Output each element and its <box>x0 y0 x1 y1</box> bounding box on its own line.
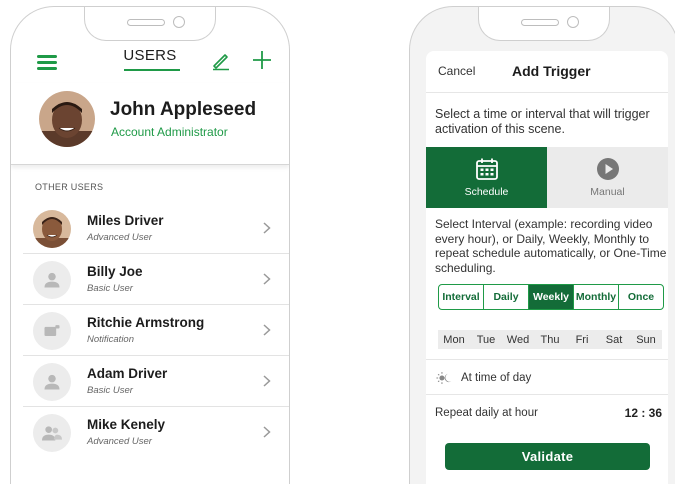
user-name: Adam Driver <box>87 366 168 381</box>
speaker-slot <box>127 19 165 26</box>
list-item[interactable]: Adam Driver Basic User <box>23 356 289 407</box>
sheet-header: Cancel Add Trigger <box>426 51 668 93</box>
repeat-label: Repeat daily at hour <box>435 407 538 419</box>
user-role: Basic User <box>87 283 133 294</box>
tab-schedule[interactable]: Schedule <box>426 147 547 208</box>
profile-role: Account Administrator <box>111 125 228 139</box>
trigger-description: Select a time or interval that will trig… <box>435 107 650 136</box>
interval-description: Select Interval (example: recording vide… <box>435 217 667 275</box>
list-item[interactable]: Billy Joe Basic User <box>23 254 289 305</box>
day-sun[interactable]: Sun <box>630 330 662 349</box>
user-name: Billy Joe <box>87 264 143 279</box>
play-icon <box>596 158 619 180</box>
phone-notch <box>84 7 216 41</box>
chevron-right-icon <box>263 375 271 387</box>
users-screen-phone: USERS John Appleseed Account Administrat… <box>10 6 290 484</box>
page-title: USERS <box>123 47 177 64</box>
list-item[interactable]: Miles Driver Advanced User <box>23 203 289 254</box>
chevron-right-icon <box>263 273 271 285</box>
sheet-title: Add Trigger <box>512 63 591 79</box>
pencil-icon[interactable] <box>210 49 232 71</box>
day-thu[interactable]: Thu <box>534 330 566 349</box>
validate-button[interactable]: Validate <box>445 443 650 470</box>
day-night-icon <box>436 372 452 384</box>
weekday-selector: Mon Tue Wed Thu Fri Sat Sun <box>438 330 662 349</box>
add-trigger-sheet: Cancel Add Trigger Select a time or inte… <box>426 51 668 484</box>
frequency-weekly-button[interactable]: Weekly <box>529 285 574 309</box>
chevron-right-icon <box>263 222 271 234</box>
frequency-selector: Interval Daily Weekly Monthly Once <box>438 284 664 310</box>
phone-notch <box>478 7 610 41</box>
user-role: Advanced User <box>87 232 152 243</box>
chevron-right-icon <box>263 426 271 438</box>
user-name: Mike Kenely <box>87 417 166 432</box>
add-trigger-phone: Cancel Add Trigger Select a time or inte… <box>409 6 675 484</box>
user-name: Ritchie Armstrong <box>87 315 205 330</box>
day-mon[interactable]: Mon <box>438 330 470 349</box>
current-user-profile[interactable]: John Appleseed Account Administrator <box>11 83 289 165</box>
group-icon <box>33 414 71 452</box>
user-role: Advanced User <box>87 436 152 447</box>
divider <box>426 394 668 395</box>
user-list: Miles Driver Advanced User Billy Joe Bas… <box>23 203 289 458</box>
title-underline <box>124 69 180 71</box>
person-icon <box>33 261 71 299</box>
profile-name: John Appleseed <box>110 99 257 120</box>
other-users-heading: OTHER USERS <box>35 182 104 192</box>
avatar <box>39 91 95 147</box>
cancel-button[interactable]: Cancel <box>438 64 475 78</box>
list-item[interactable]: Ritchie Armstrong Notification <box>23 305 289 356</box>
day-sat[interactable]: Sat <box>598 330 630 349</box>
frequency-daily-button[interactable]: Daily <box>484 285 529 309</box>
frequency-monthly-button[interactable]: Monthly <box>574 285 619 309</box>
divider <box>426 359 668 360</box>
hamburger-icon[interactable] <box>37 55 57 70</box>
front-camera <box>173 16 185 28</box>
day-fri[interactable]: Fri <box>566 330 598 349</box>
chevron-right-icon <box>263 324 271 336</box>
calendar-icon <box>475 158 498 180</box>
frequency-once-button[interactable]: Once <box>619 285 663 309</box>
tab-manual[interactable]: Manual <box>547 147 668 208</box>
avatar <box>33 210 71 248</box>
repeat-time-picker[interactable]: 12 : 36 <box>625 406 662 420</box>
tab-manual-label: Manual <box>590 186 625 198</box>
tab-schedule-label: Schedule <box>464 186 509 198</box>
frequency-interval-button[interactable]: Interval <box>439 285 484 309</box>
front-camera <box>567 16 579 28</box>
plus-icon[interactable] <box>251 49 273 71</box>
camera-icon <box>33 312 71 350</box>
user-role: Notification <box>87 334 134 345</box>
users-header: USERS <box>11 43 289 83</box>
list-item[interactable]: Mike Kenely Advanced User <box>23 407 289 458</box>
speaker-slot <box>521 19 559 26</box>
user-name: Miles Driver <box>87 213 164 228</box>
time-of-day-option[interactable]: At time of day <box>436 371 531 385</box>
person-icon <box>33 363 71 401</box>
mode-tabs: Schedule Manual <box>426 147 668 208</box>
user-role: Basic User <box>87 385 133 396</box>
time-of-day-label: At time of day <box>461 372 532 384</box>
day-tue[interactable]: Tue <box>470 330 502 349</box>
day-wed[interactable]: Wed <box>502 330 534 349</box>
